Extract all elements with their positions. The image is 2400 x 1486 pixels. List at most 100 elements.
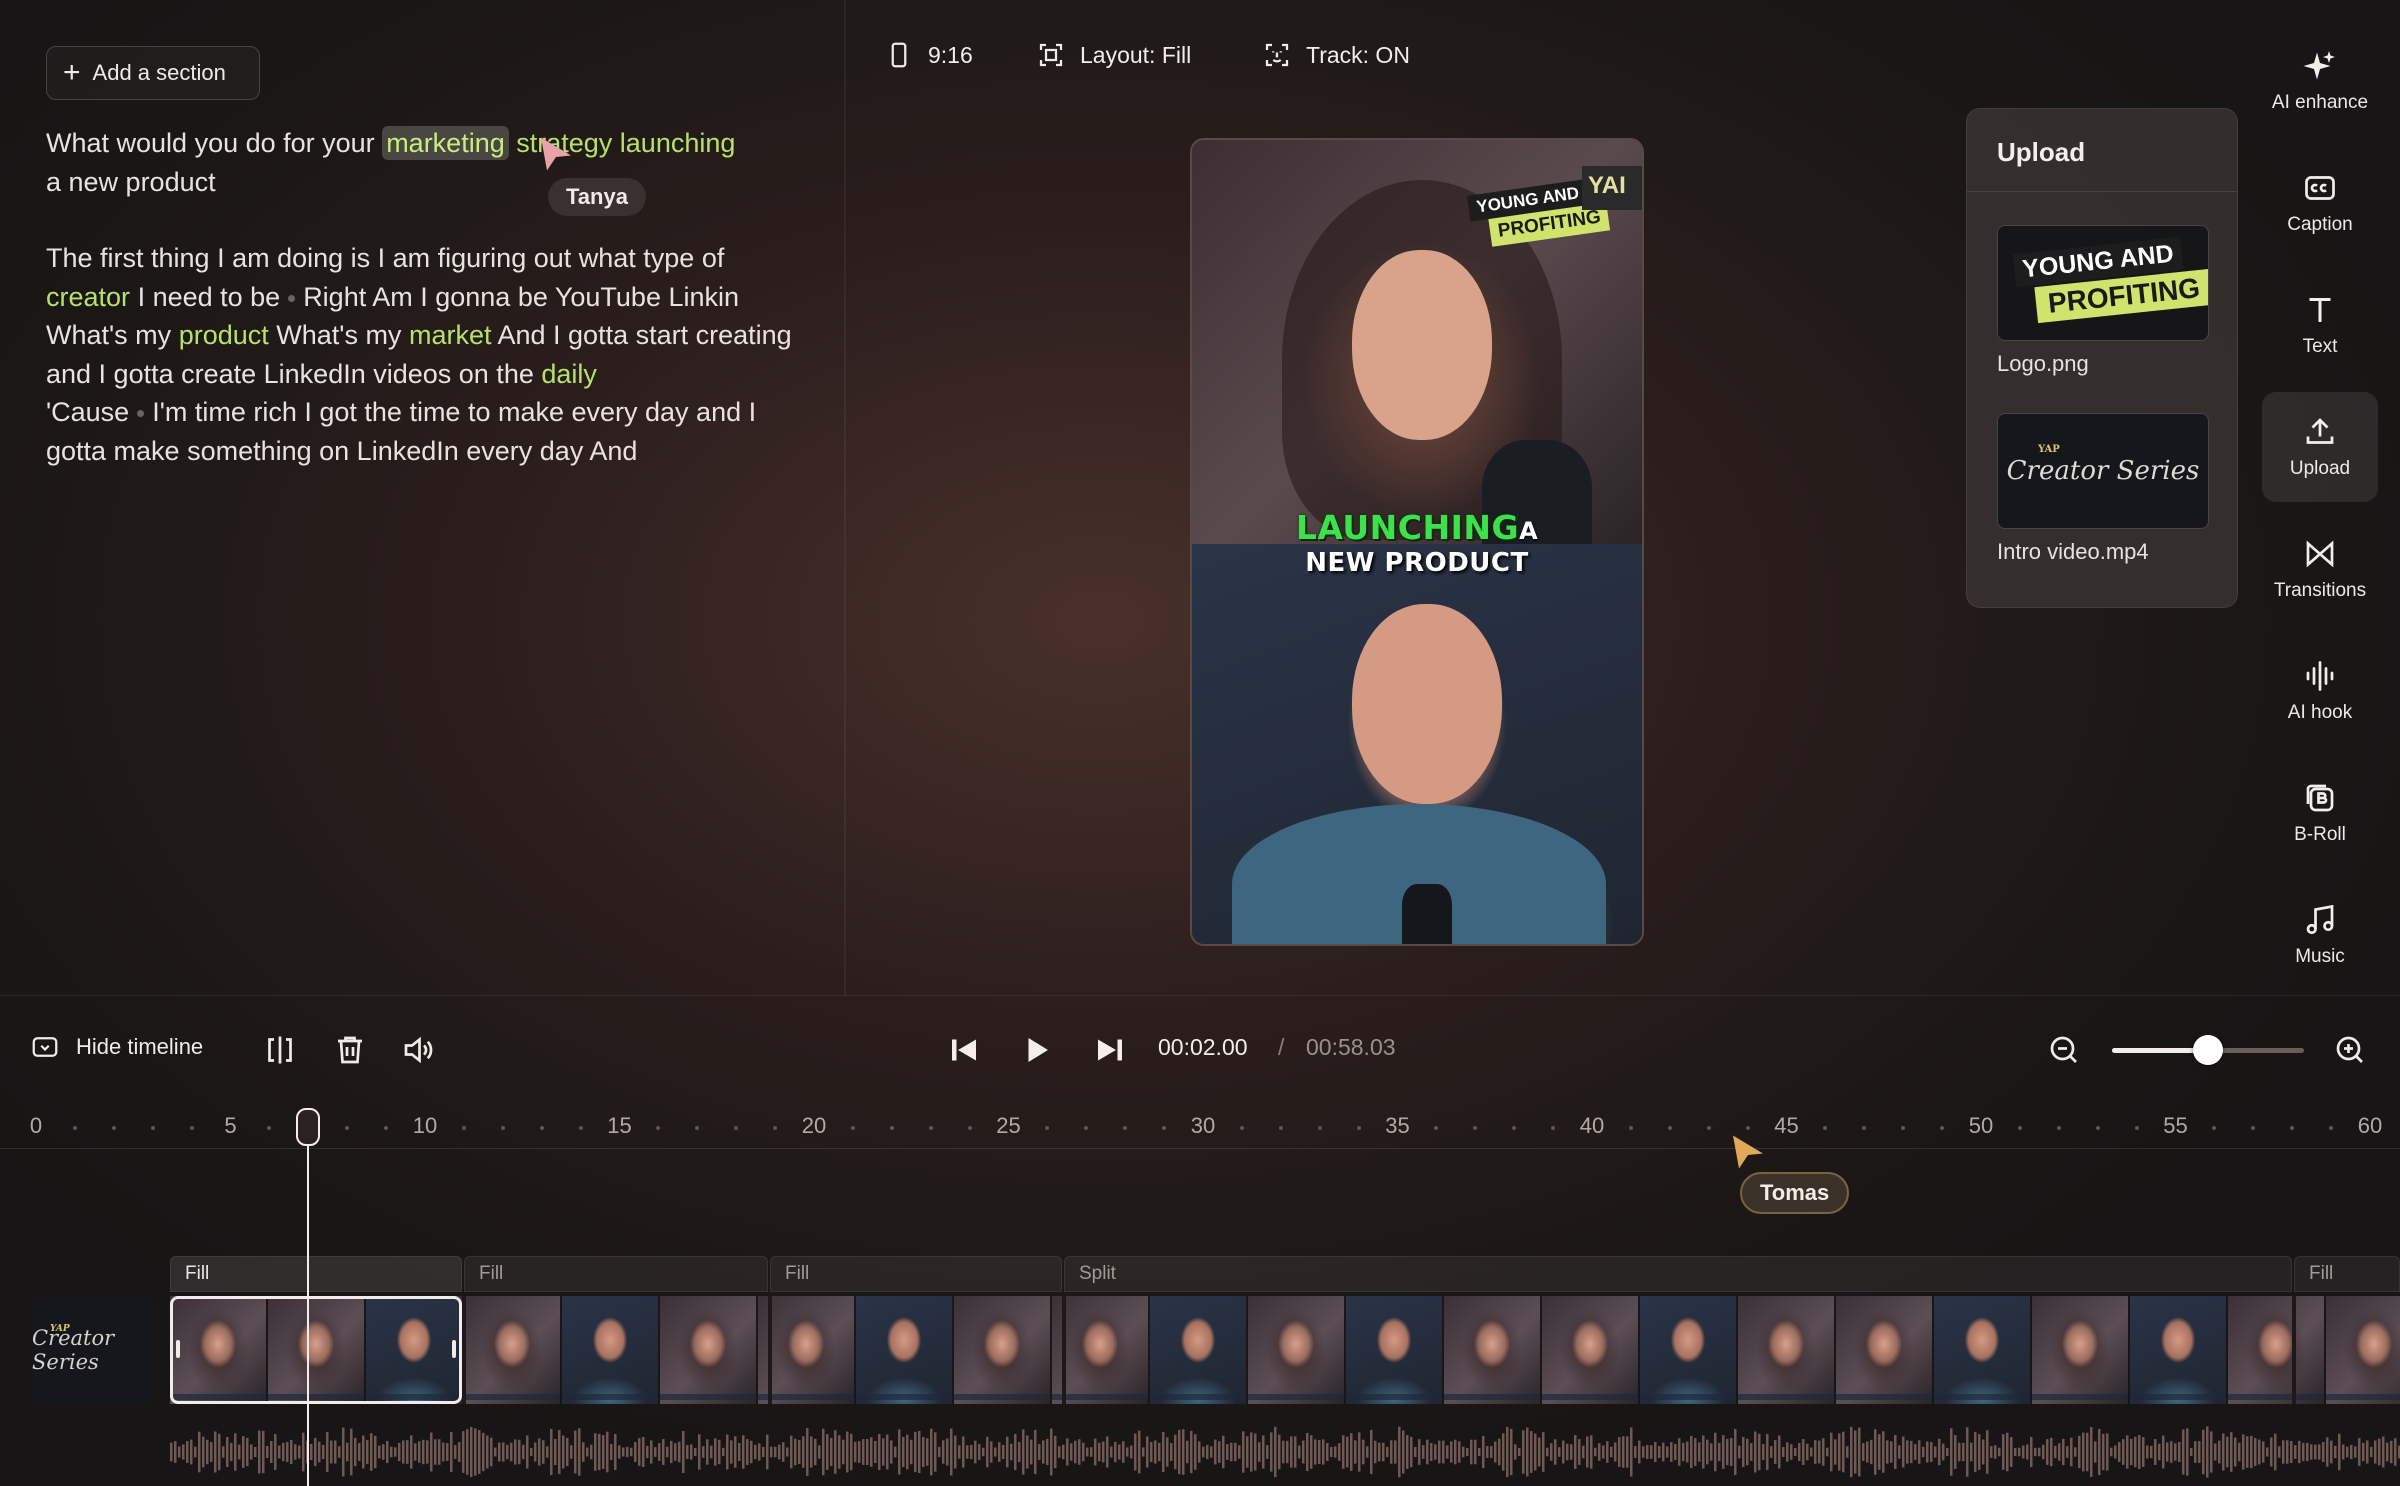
ai-enhance-button[interactable]: AI enhance xyxy=(2262,26,2378,136)
segment-divider[interactable] xyxy=(768,1296,772,1404)
caption-line-2[interactable]: NEW PRODUCT xyxy=(1192,548,1642,578)
waveform-bar xyxy=(330,1440,333,1464)
upload-button[interactable]: Upload xyxy=(2262,392,2378,502)
playhead-handle[interactable] xyxy=(296,1108,321,1146)
waveform-bar xyxy=(1562,1440,1565,1464)
waveform-bar xyxy=(498,1442,501,1462)
waveform-bar xyxy=(690,1444,693,1460)
segment-layout-label[interactable]: Fill xyxy=(170,1256,462,1292)
waveform-bar xyxy=(1866,1441,1869,1463)
ruler-minor-tick xyxy=(2329,1126,2334,1130)
waveform-bar xyxy=(490,1437,493,1467)
segment-divider[interactable] xyxy=(2292,1296,2296,1404)
waveform-bar xyxy=(1142,1447,1145,1457)
upload-item-intro-video[interactable]: YAP Creator Series xyxy=(1997,413,2209,529)
ruler-minor-tick xyxy=(2251,1126,2256,1130)
waveform-bar xyxy=(1334,1446,1337,1458)
segment-divider[interactable] xyxy=(1062,1296,1066,1404)
volume-icon[interactable] xyxy=(400,1032,436,1068)
waveform-bar xyxy=(1478,1447,1481,1457)
waveform-bar xyxy=(298,1445,301,1459)
zoom-out-icon[interactable] xyxy=(2046,1032,2082,1068)
waveform-bar xyxy=(1462,1446,1465,1458)
ruler-minor-tick xyxy=(150,1126,155,1130)
waveform-bar xyxy=(2254,1437,2257,1467)
waveform-bar xyxy=(1702,1435,1705,1469)
waveform-bar xyxy=(634,1441,637,1463)
intro-clip[interactable]: YAP Creator Series xyxy=(32,1296,154,1404)
waveform-bar xyxy=(1466,1447,1469,1457)
waveform-bar xyxy=(1970,1442,1973,1462)
waveform-bar xyxy=(686,1445,689,1459)
segment-divider[interactable] xyxy=(462,1296,466,1404)
waveform-bar xyxy=(1958,1442,1961,1462)
play-icon[interactable] xyxy=(1018,1032,1054,1068)
video-preview[interactable]: YOUNG AND PROFITING YAI LAUNCHINGA NEW P… xyxy=(1190,138,1644,946)
upload-item-logo[interactable]: YOUNG AND PROFITING xyxy=(1997,225,2209,341)
selected-clip[interactable] xyxy=(170,1296,462,1404)
segment-layout-label[interactable]: Split xyxy=(1064,1256,2292,1292)
audio-waveform[interactable] xyxy=(170,1418,2400,1486)
waveform-bar xyxy=(1930,1442,1933,1462)
waveform-bar xyxy=(1038,1444,1041,1460)
clip-trim-handle-left[interactable] xyxy=(176,1340,180,1358)
segment-layout-label[interactable]: Fill xyxy=(464,1256,768,1292)
video-frame-thumbnail xyxy=(562,1296,658,1404)
waveform-bar xyxy=(946,1438,949,1466)
pause-marker[interactable] xyxy=(137,410,145,418)
zoom-in-icon[interactable] xyxy=(2332,1032,2368,1068)
waveform-bar xyxy=(198,1431,201,1473)
waveform-bar xyxy=(1650,1445,1653,1459)
skip-forward-icon[interactable] xyxy=(1092,1032,1128,1068)
ai-hook-button[interactable]: AI hook xyxy=(2262,636,2378,746)
waveform-bar xyxy=(1202,1446,1205,1458)
segment-layout-label[interactable]: Fill xyxy=(2294,1256,2400,1292)
add-section-button[interactable]: + Add a section xyxy=(46,46,260,100)
waveform-bar xyxy=(2106,1433,2109,1471)
panel-divider[interactable] xyxy=(844,0,846,995)
waveform-bar xyxy=(554,1438,557,1466)
clip-trim-handle-right[interactable] xyxy=(452,1340,456,1358)
aspect-ratio-button[interactable]: 9:16 xyxy=(884,34,973,76)
hide-timeline-button[interactable]: Hide timeline xyxy=(30,1032,203,1062)
timeline-ruler[interactable]: 0 5 10 15 20 25 30 35 40 45 50 55 60 xyxy=(0,1105,2400,1149)
caption-button[interactable]: Caption xyxy=(2262,148,2378,258)
ruler-tick-label: 5 xyxy=(224,1113,237,1138)
skip-back-icon[interactable] xyxy=(946,1032,982,1068)
caption-line-1[interactable]: LAUNCHINGA xyxy=(1192,508,1642,547)
waveform-bar xyxy=(1386,1446,1389,1458)
transcript-highlight[interactable]: daily xyxy=(541,359,597,389)
waveform-bar xyxy=(1770,1446,1773,1458)
waveform-bar xyxy=(1458,1441,1461,1463)
ruler-minor-tick xyxy=(2095,1126,2100,1130)
transcript-editor[interactable]: What would you do for your marketing str… xyxy=(46,124,806,508)
transitions-button[interactable]: Transitions xyxy=(2262,514,2378,624)
transcript-paragraph[interactable]: The first thing I am doing is I am figur… xyxy=(46,239,806,470)
waveform-bar xyxy=(1630,1427,1633,1477)
video-frame-thumbnail xyxy=(1444,1296,1540,1404)
transcript-highlight[interactable]: product xyxy=(179,320,269,350)
waveform-bar xyxy=(398,1442,401,1462)
waveform-bar xyxy=(346,1442,349,1462)
split-icon[interactable] xyxy=(262,1032,298,1068)
transcript-paragraph[interactable]: What would you do for your marketing str… xyxy=(46,124,806,201)
transcript-word-marketing[interactable]: marketing xyxy=(382,126,509,160)
video-track[interactable] xyxy=(170,1296,2400,1404)
waveform-bar xyxy=(702,1446,705,1458)
transcript-highlight[interactable]: creator xyxy=(46,282,130,312)
music-button[interactable]: Music xyxy=(2262,880,2378,990)
zoom-slider-handle[interactable] xyxy=(2193,1035,2223,1065)
waveform-bar xyxy=(642,1436,645,1468)
pause-marker[interactable] xyxy=(288,294,296,302)
segment-layout-label[interactable]: Fill xyxy=(770,1256,1062,1292)
text-button[interactable]: Text xyxy=(2262,270,2378,380)
trash-icon[interactable] xyxy=(332,1032,368,1068)
waveform-bar xyxy=(342,1427,345,1477)
layout-button[interactable]: Layout: Fill xyxy=(1036,34,1191,76)
transcript-highlight[interactable]: market xyxy=(409,320,492,350)
music-label: Music xyxy=(2295,946,2345,967)
track-toggle-button[interactable]: Track: ON xyxy=(1262,34,1410,76)
waveform-bar xyxy=(1026,1435,1029,1469)
b-roll-button[interactable]: B-Roll xyxy=(2262,758,2378,868)
waveform-bar xyxy=(1010,1443,1013,1461)
